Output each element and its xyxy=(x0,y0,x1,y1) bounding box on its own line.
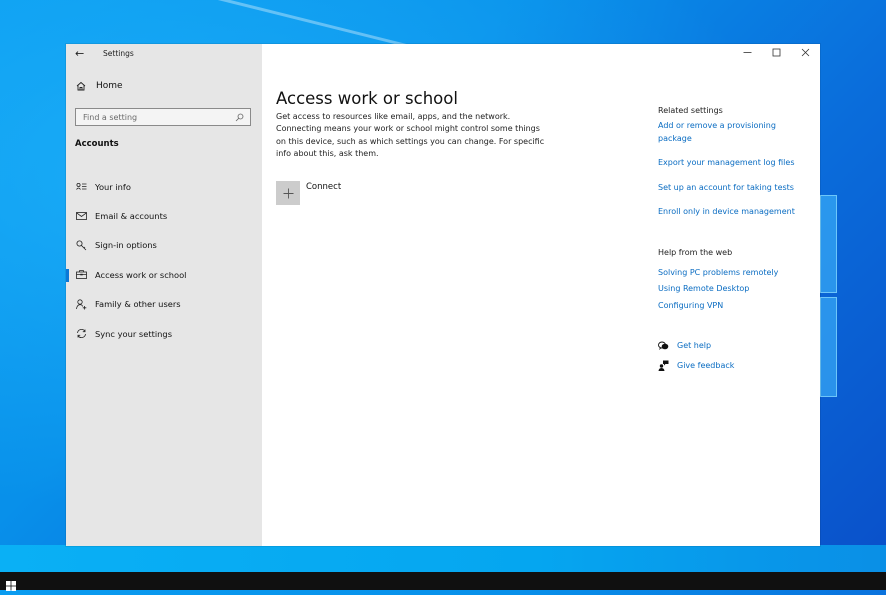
settings-window: ← Settings Home Accounts Your info xyxy=(66,44,820,546)
sidebar-item-label: Your info xyxy=(95,181,131,192)
connect-button[interactable]: Connect xyxy=(276,181,341,205)
minimize-button[interactable] xyxy=(733,44,762,64)
sidebar-item-home[interactable]: Home xyxy=(75,80,123,92)
taskbar xyxy=(0,572,886,591)
sidebar-item-family-other-users[interactable]: Family & other users xyxy=(66,290,262,319)
search-icon[interactable] xyxy=(233,111,245,123)
sidebar-item-access-work-or-school[interactable]: Access work or school xyxy=(66,260,262,289)
help-from-web-heading: Help from the web xyxy=(658,247,733,257)
sidebar-item-email-accounts[interactable]: Email & accounts xyxy=(66,201,262,230)
wallpaper-logo-pane-bottom xyxy=(820,297,837,397)
related-settings-heading: Related settings xyxy=(658,106,723,115)
get-help-row[interactable]: Get help xyxy=(658,340,818,353)
link-enroll-device-management[interactable]: Enroll only in device management xyxy=(658,206,818,219)
sidebar-item-sync-settings[interactable]: Sync your settings xyxy=(66,319,262,348)
sidebar: ← Settings Home Accounts Your info xyxy=(66,44,262,546)
mail-icon xyxy=(75,210,87,222)
plus-icon xyxy=(276,181,300,205)
wallpaper-logo-pane-top xyxy=(820,195,837,293)
link-account-for-tests[interactable]: Set up an account for taking tests xyxy=(658,182,818,195)
minimize-icon xyxy=(743,48,752,60)
page-title: Access work or school xyxy=(276,89,458,109)
sidebar-item-your-info[interactable]: Your info xyxy=(66,172,262,201)
close-icon xyxy=(801,48,810,60)
maximize-button[interactable] xyxy=(762,44,791,64)
feedback-icon xyxy=(658,360,669,372)
right-column: Related settings Add or remove a provisi… xyxy=(658,106,818,372)
give-feedback-link[interactable]: Give feedback xyxy=(677,360,734,373)
section-title: Accounts xyxy=(75,139,119,149)
briefcase-icon xyxy=(75,269,87,281)
give-feedback-row[interactable]: Give feedback xyxy=(658,360,818,373)
title-bar: ← Settings xyxy=(66,44,262,64)
get-help-link[interactable]: Get help xyxy=(677,340,711,353)
sidebar-item-label: Access work or school xyxy=(95,269,187,280)
add-person-icon xyxy=(75,298,87,310)
home-label: Home xyxy=(96,81,123,91)
sidebar-item-label: Family & other users xyxy=(95,299,181,310)
sidebar-item-label: Sync your settings xyxy=(95,328,173,339)
sidebar-item-label: Email & accounts xyxy=(95,211,168,222)
sidebar-item-sign-in-options[interactable]: Sign-in options xyxy=(66,231,262,260)
link-provisioning-package[interactable]: Add or remove a provisioning package xyxy=(658,120,798,145)
key-icon xyxy=(75,239,87,251)
your-info-icon xyxy=(75,181,87,193)
home-icon xyxy=(75,80,87,92)
close-button[interactable] xyxy=(791,44,820,64)
help-chat-icon xyxy=(658,340,669,352)
window-controls xyxy=(733,44,820,64)
windows-start-icon[interactable] xyxy=(6,576,16,591)
connect-label: Connect xyxy=(306,182,342,192)
link-remote-desktop[interactable]: Using Remote Desktop xyxy=(658,283,818,296)
search-input[interactable] xyxy=(83,112,223,122)
app-title: Settings xyxy=(103,49,134,58)
link-configuring-vpn[interactable]: Configuring VPN xyxy=(658,300,818,313)
link-export-management-logs[interactable]: Export your management log files xyxy=(658,157,818,170)
page-description: Get access to resources like email, apps… xyxy=(276,112,545,158)
sidebar-item-label: Sign-in options xyxy=(95,240,157,251)
sidebar-nav: Your info Email & accounts Sign-in optio… xyxy=(66,172,262,348)
wallpaper-bottom-glow xyxy=(0,545,886,572)
back-arrow-icon[interactable]: ← xyxy=(75,47,84,60)
link-solving-pc-problems[interactable]: Solving PC problems remotely xyxy=(658,267,818,280)
search-box[interactable] xyxy=(75,108,251,126)
maximize-icon xyxy=(772,48,781,60)
main-content: Access work or school Get access to reso… xyxy=(262,44,820,546)
sync-icon xyxy=(75,328,87,340)
